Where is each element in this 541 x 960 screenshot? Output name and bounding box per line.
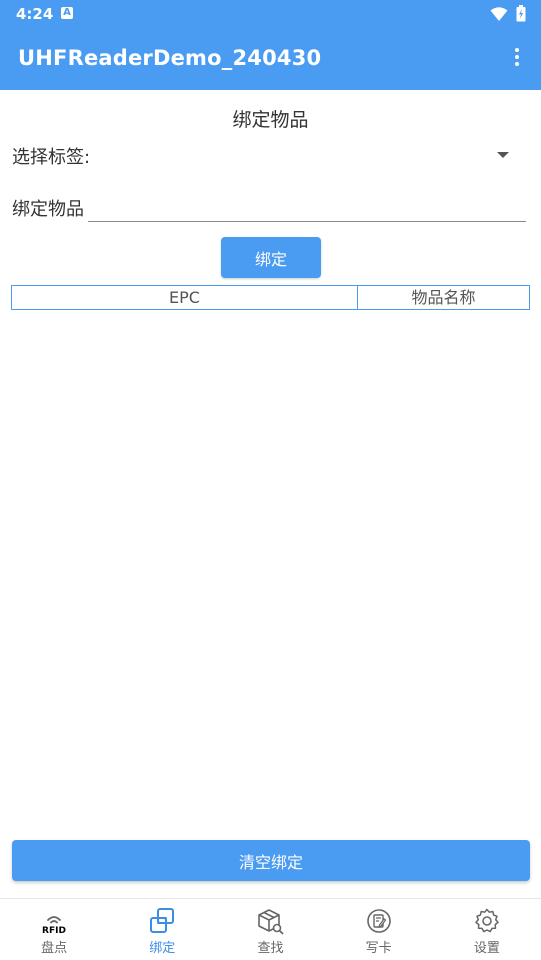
nav-label: 写卡 xyxy=(365,941,392,956)
bind-button[interactable]: 绑定 xyxy=(221,237,321,278)
bind-icon xyxy=(150,908,175,933)
bind-item-input[interactable] xyxy=(88,190,526,222)
nav-label: 设置 xyxy=(473,941,500,956)
write-card-icon xyxy=(366,909,391,933)
rfid-icon-text: RFID xyxy=(42,926,66,935)
table-header: EPC 物品名称 xyxy=(11,285,530,310)
nav-item-write-card[interactable]: 写卡 xyxy=(325,899,433,960)
battery-icon xyxy=(516,5,526,22)
gear-icon xyxy=(475,908,499,933)
clear-binding-button[interactable]: 清空绑定 xyxy=(12,840,530,881)
status-bar: 4:24 A xyxy=(0,0,541,28)
nav-item-settings[interactable]: 设置 xyxy=(433,899,541,960)
bind-item-label: 绑定物品 xyxy=(12,199,84,220)
bottom-nav: RFID 盘点 绑定 查找 写卡 设置 xyxy=(0,898,541,960)
more-vert-icon[interactable] xyxy=(510,48,524,70)
nav-label: 盘点 xyxy=(41,941,68,956)
app-bar: 4:24 A UHFReaderDemo_240430 xyxy=(0,0,541,90)
nav-label: 查找 xyxy=(257,941,284,956)
column-header-epc: EPC xyxy=(12,286,358,309)
nav-item-bind[interactable]: 绑定 xyxy=(108,899,216,960)
column-header-item-name: 物品名称 xyxy=(411,288,476,307)
status-time: 4:24 xyxy=(16,5,54,23)
dropdown-arrow-icon[interactable] xyxy=(497,152,509,158)
rfid-icon: RFID xyxy=(42,916,66,935)
nav-item-search[interactable]: 查找 xyxy=(216,899,324,960)
nav-label: 绑定 xyxy=(149,941,176,956)
section-title: 绑定物品 xyxy=(232,109,309,131)
a-icon: A xyxy=(61,7,73,19)
nav-item-inventory[interactable]: RFID 盘点 xyxy=(0,899,108,960)
app-title: UHFReaderDemo_240430 xyxy=(18,46,322,70)
box-search-icon xyxy=(258,909,284,935)
select-tag-label: 选择标签: xyxy=(12,147,91,168)
wifi-icon xyxy=(490,7,508,21)
